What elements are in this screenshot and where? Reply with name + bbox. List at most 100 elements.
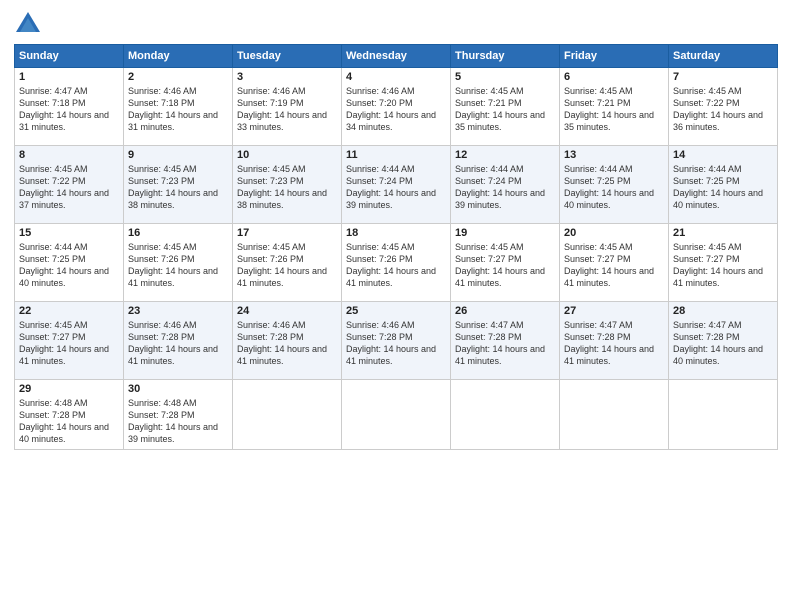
table-row: 3 Sunrise: 4:46 AMSunset: 7:19 PMDayligh… (233, 68, 342, 146)
day-number: 21 (673, 227, 773, 239)
day-info: Sunrise: 4:47 AMSunset: 7:28 PMDaylight:… (455, 320, 545, 366)
col-sunday: Sunday (15, 45, 124, 68)
day-info: Sunrise: 4:47 AMSunset: 7:18 PMDaylight:… (19, 86, 109, 132)
day-number: 3 (237, 71, 337, 83)
day-number: 18 (346, 227, 446, 239)
table-row (342, 380, 451, 450)
table-row: 16 Sunrise: 4:45 AMSunset: 7:26 PMDaylig… (124, 224, 233, 302)
table-row (451, 380, 560, 450)
table-row: 19 Sunrise: 4:45 AMSunset: 7:27 PMDaylig… (451, 224, 560, 302)
day-number: 14 (673, 149, 773, 161)
table-row: 26 Sunrise: 4:47 AMSunset: 7:28 PMDaylig… (451, 302, 560, 380)
day-info: Sunrise: 4:47 AMSunset: 7:28 PMDaylight:… (673, 320, 763, 366)
day-info: Sunrise: 4:45 AMSunset: 7:22 PMDaylight:… (673, 86, 763, 132)
day-number: 10 (237, 149, 337, 161)
table-row: 5 Sunrise: 4:45 AMSunset: 7:21 PMDayligh… (451, 68, 560, 146)
table-row: 4 Sunrise: 4:46 AMSunset: 7:20 PMDayligh… (342, 68, 451, 146)
day-number: 15 (19, 227, 119, 239)
table-row: 13 Sunrise: 4:44 AMSunset: 7:25 PMDaylig… (560, 146, 669, 224)
logo (14, 10, 46, 38)
day-info: Sunrise: 4:45 AMSunset: 7:23 PMDaylight:… (237, 164, 327, 210)
day-info: Sunrise: 4:44 AMSunset: 7:25 PMDaylight:… (564, 164, 654, 210)
table-row: 25 Sunrise: 4:46 AMSunset: 7:28 PMDaylig… (342, 302, 451, 380)
day-number: 25 (346, 305, 446, 317)
table-row: 17 Sunrise: 4:45 AMSunset: 7:26 PMDaylig… (233, 224, 342, 302)
day-number: 30 (128, 383, 228, 395)
day-info: Sunrise: 4:44 AMSunset: 7:24 PMDaylight:… (346, 164, 436, 210)
day-number: 7 (673, 71, 773, 83)
day-number: 9 (128, 149, 228, 161)
day-info: Sunrise: 4:45 AMSunset: 7:27 PMDaylight:… (19, 320, 109, 366)
table-row (560, 380, 669, 450)
day-number: 28 (673, 305, 773, 317)
table-row: 27 Sunrise: 4:47 AMSunset: 7:28 PMDaylig… (560, 302, 669, 380)
day-info: Sunrise: 4:46 AMSunset: 7:20 PMDaylight:… (346, 86, 436, 132)
table-row: 9 Sunrise: 4:45 AMSunset: 7:23 PMDayligh… (124, 146, 233, 224)
table-row: 23 Sunrise: 4:46 AMSunset: 7:28 PMDaylig… (124, 302, 233, 380)
calendar-week-row: 1 Sunrise: 4:47 AMSunset: 7:18 PMDayligh… (15, 68, 778, 146)
day-number: 11 (346, 149, 446, 161)
day-number: 17 (237, 227, 337, 239)
col-saturday: Saturday (669, 45, 778, 68)
day-info: Sunrise: 4:45 AMSunset: 7:21 PMDaylight:… (564, 86, 654, 132)
table-row: 21 Sunrise: 4:45 AMSunset: 7:27 PMDaylig… (669, 224, 778, 302)
calendar-table: Sunday Monday Tuesday Wednesday Thursday… (14, 44, 778, 450)
day-info: Sunrise: 4:46 AMSunset: 7:28 PMDaylight:… (346, 320, 436, 366)
day-info: Sunrise: 4:45 AMSunset: 7:27 PMDaylight:… (455, 242, 545, 288)
day-number: 4 (346, 71, 446, 83)
table-row: 20 Sunrise: 4:45 AMSunset: 7:27 PMDaylig… (560, 224, 669, 302)
day-info: Sunrise: 4:45 AMSunset: 7:26 PMDaylight:… (237, 242, 327, 288)
day-number: 23 (128, 305, 228, 317)
day-info: Sunrise: 4:46 AMSunset: 7:28 PMDaylight:… (128, 320, 218, 366)
day-number: 20 (564, 227, 664, 239)
table-row: 29 Sunrise: 4:48 AMSunset: 7:28 PMDaylig… (15, 380, 124, 450)
day-number: 6 (564, 71, 664, 83)
day-number: 24 (237, 305, 337, 317)
day-info: Sunrise: 4:45 AMSunset: 7:27 PMDaylight:… (564, 242, 654, 288)
table-row: 14 Sunrise: 4:44 AMSunset: 7:25 PMDaylig… (669, 146, 778, 224)
table-row: 1 Sunrise: 4:47 AMSunset: 7:18 PMDayligh… (15, 68, 124, 146)
calendar-body: 1 Sunrise: 4:47 AMSunset: 7:18 PMDayligh… (15, 68, 778, 450)
col-thursday: Thursday (451, 45, 560, 68)
table-row: 28 Sunrise: 4:47 AMSunset: 7:28 PMDaylig… (669, 302, 778, 380)
day-number: 1 (19, 71, 119, 83)
day-number: 26 (455, 305, 555, 317)
day-info: Sunrise: 4:45 AMSunset: 7:27 PMDaylight:… (673, 242, 763, 288)
table-row: 30 Sunrise: 4:48 AMSunset: 7:28 PMDaylig… (124, 380, 233, 450)
col-wednesday: Wednesday (342, 45, 451, 68)
day-number: 16 (128, 227, 228, 239)
table-row: 15 Sunrise: 4:44 AMSunset: 7:25 PMDaylig… (15, 224, 124, 302)
day-number: 2 (128, 71, 228, 83)
day-number: 22 (19, 305, 119, 317)
table-row: 10 Sunrise: 4:45 AMSunset: 7:23 PMDaylig… (233, 146, 342, 224)
calendar-header-row: Sunday Monday Tuesday Wednesday Thursday… (15, 45, 778, 68)
day-info: Sunrise: 4:48 AMSunset: 7:28 PMDaylight:… (19, 398, 109, 444)
day-info: Sunrise: 4:45 AMSunset: 7:23 PMDaylight:… (128, 164, 218, 210)
day-info: Sunrise: 4:45 AMSunset: 7:26 PMDaylight:… (128, 242, 218, 288)
day-info: Sunrise: 4:46 AMSunset: 7:28 PMDaylight:… (237, 320, 327, 366)
table-row: 24 Sunrise: 4:46 AMSunset: 7:28 PMDaylig… (233, 302, 342, 380)
day-number: 29 (19, 383, 119, 395)
day-info: Sunrise: 4:48 AMSunset: 7:28 PMDaylight:… (128, 398, 218, 444)
table-row: 2 Sunrise: 4:46 AMSunset: 7:18 PMDayligh… (124, 68, 233, 146)
table-row (669, 380, 778, 450)
table-row (233, 380, 342, 450)
col-tuesday: Tuesday (233, 45, 342, 68)
table-row: 11 Sunrise: 4:44 AMSunset: 7:24 PMDaylig… (342, 146, 451, 224)
header (14, 10, 778, 38)
day-info: Sunrise: 4:46 AMSunset: 7:18 PMDaylight:… (128, 86, 218, 132)
day-number: 13 (564, 149, 664, 161)
calendar-week-row: 29 Sunrise: 4:48 AMSunset: 7:28 PMDaylig… (15, 380, 778, 450)
table-row: 12 Sunrise: 4:44 AMSunset: 7:24 PMDaylig… (451, 146, 560, 224)
calendar-week-row: 8 Sunrise: 4:45 AMSunset: 7:22 PMDayligh… (15, 146, 778, 224)
calendar-week-row: 22 Sunrise: 4:45 AMSunset: 7:27 PMDaylig… (15, 302, 778, 380)
day-info: Sunrise: 4:47 AMSunset: 7:28 PMDaylight:… (564, 320, 654, 366)
day-info: Sunrise: 4:44 AMSunset: 7:25 PMDaylight:… (19, 242, 109, 288)
day-info: Sunrise: 4:44 AMSunset: 7:24 PMDaylight:… (455, 164, 545, 210)
table-row: 8 Sunrise: 4:45 AMSunset: 7:22 PMDayligh… (15, 146, 124, 224)
calendar-week-row: 15 Sunrise: 4:44 AMSunset: 7:25 PMDaylig… (15, 224, 778, 302)
table-row: 18 Sunrise: 4:45 AMSunset: 7:26 PMDaylig… (342, 224, 451, 302)
col-monday: Monday (124, 45, 233, 68)
day-info: Sunrise: 4:45 AMSunset: 7:22 PMDaylight:… (19, 164, 109, 210)
col-friday: Friday (560, 45, 669, 68)
